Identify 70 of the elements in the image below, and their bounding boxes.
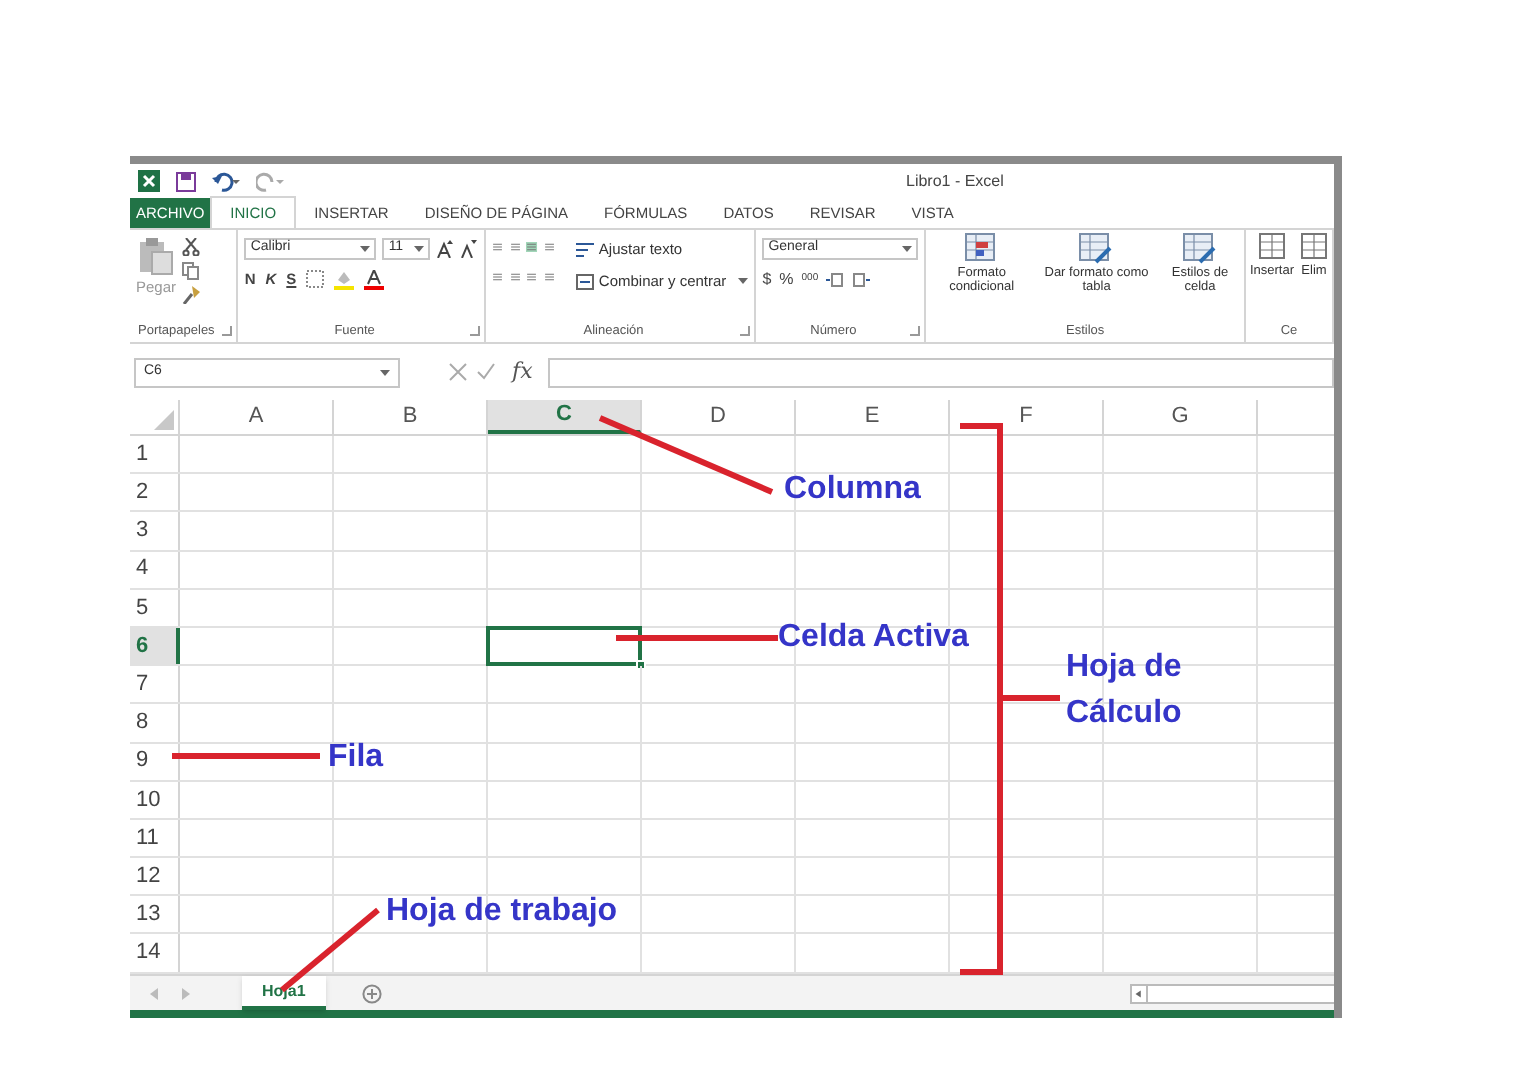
table-icon <box>1300 232 1328 262</box>
dropdown-icon[interactable] <box>360 246 371 252</box>
row-header[interactable]: 14 <box>130 934 180 972</box>
sheet-tab[interactable]: Hoja1 <box>242 976 326 1010</box>
row-header[interactable]: 1 <box>130 436 180 473</box>
dropdown-icon[interactable] <box>380 369 390 375</box>
annotation-label: Columna <box>784 470 921 510</box>
annotation-label: Hoja de Cálculo <box>1066 648 1184 734</box>
row-header[interactable]: 5 <box>130 589 180 626</box>
column-header[interactable]: C <box>488 400 642 434</box>
save-icon[interactable] <box>176 171 196 191</box>
add-sheet-icon[interactable] <box>361 983 382 1003</box>
dialog-launcher-icon[interactable] <box>222 326 233 336</box>
column-header[interactable]: D <box>642 400 796 434</box>
increase-decimal-icon[interactable] <box>826 272 845 288</box>
row-header[interactable]: 7 <box>130 666 180 703</box>
dialog-launcher-icon[interactable] <box>910 326 921 336</box>
row-header[interactable]: 12 <box>130 858 180 895</box>
decrease-decimal-icon[interactable] <box>852 272 871 288</box>
format-painter-icon[interactable] <box>182 286 205 304</box>
cut-icon[interactable] <box>182 238 205 256</box>
scroll-left-icon[interactable] <box>1132 986 1148 1002</box>
wrap-text-icon <box>576 241 595 258</box>
font-color-icon[interactable] <box>364 269 385 290</box>
copy-icon[interactable] <box>182 262 205 280</box>
row-header[interactable]: 3 <box>130 512 180 550</box>
active-cell[interactable] <box>486 625 642 666</box>
annotation-label: Hoja de trabajo <box>386 892 618 932</box>
dialog-launcher-icon[interactable] <box>740 326 751 336</box>
column-header[interactable]: E <box>796 400 950 434</box>
dialog-launcher-icon[interactable] <box>470 326 481 336</box>
row-header[interactable]: 11 <box>130 819 180 857</box>
scroll-right-icon[interactable] <box>182 987 190 999</box>
annotation-label: Celda Activa <box>778 618 969 658</box>
row-header[interactable]: 6 <box>130 627 180 665</box>
percent-button[interactable]: % <box>779 268 794 292</box>
redo-icon[interactable] <box>256 171 284 191</box>
caret-icon <box>738 278 749 285</box>
excel-logo-icon <box>138 170 160 192</box>
row-header[interactable]: 2 <box>130 474 180 511</box>
table-brush-icon <box>1182 232 1218 266</box>
clipboard-icon <box>138 236 174 276</box>
select-all-icon[interactable] <box>154 410 174 430</box>
fill-color-icon[interactable] <box>334 269 355 290</box>
table-icon <box>1257 232 1286 262</box>
horizontal-scrollbar[interactable] <box>1130 984 1334 1004</box>
column-header[interactable]: F <box>950 400 1104 434</box>
grow-font-icon[interactable] <box>436 240 455 258</box>
table-brush-icon <box>1078 232 1115 266</box>
dropdown-icon[interactable] <box>902 246 913 252</box>
insert-function-button[interactable]: fx <box>504 355 541 389</box>
currency-button[interactable]: $ <box>762 268 772 292</box>
window-title: Libro1 - Excel <box>906 170 1004 194</box>
borders-icon[interactable] <box>306 270 325 289</box>
formula-field[interactable] <box>548 357 1334 387</box>
dropdown-icon[interactable] <box>414 246 425 252</box>
row-header[interactable]: 13 <box>130 896 180 933</box>
annotation-label: Fila <box>328 738 384 778</box>
merge-cells-icon <box>576 273 595 290</box>
row-header[interactable]: 9 <box>130 743 180 780</box>
column-header[interactable]: A <box>180 400 334 434</box>
column-header[interactable]: G <box>1104 400 1258 434</box>
undo-icon[interactable] <box>212 171 240 191</box>
cancel-icon[interactable] <box>448 362 468 382</box>
bar-table-icon <box>963 232 1000 266</box>
row-header[interactable]: 4 <box>130 551 180 588</box>
row-header[interactable]: 8 <box>130 704 180 741</box>
shrink-font-icon[interactable] <box>460 240 479 258</box>
confirm-icon[interactable] <box>476 362 496 382</box>
row-header[interactable]: 10 <box>130 781 180 818</box>
